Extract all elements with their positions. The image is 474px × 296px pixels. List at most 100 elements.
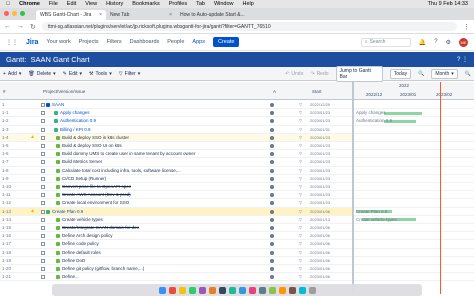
app-icon[interactable] (298, 286, 306, 294)
col-project[interactable]: Project/Version/Issue (43, 89, 85, 94)
filter-icon[interactable]: ▽ (299, 135, 302, 140)
row-checkbox[interactable] (41, 242, 45, 247)
trash-icon[interactable] (308, 286, 316, 294)
delete-button[interactable]: 🗑 Delete ▾ (28, 71, 55, 77)
table-row[interactable]: 1-21 Define... ▽ 2023/01/06 (0, 273, 352, 282)
maximize-window-icon[interactable] (20, 11, 25, 16)
nav-your-work[interactable]: Your work (46, 39, 70, 45)
filter-icon[interactable]: ▽ (299, 233, 302, 238)
table-row[interactable]: 1-13 ▲ Create Plan 0.9 ▽ 2023/01/06 (0, 207, 352, 216)
zoom-in-icon[interactable]: 🔍 (465, 71, 471, 77)
table-row[interactable]: 1-12 Create local environment for SSO ▽ 202… (0, 199, 352, 208)
table-row[interactable]: 1 SAAN ▽ 2022/12/29 (0, 101, 352, 110)
table-row[interactable]: 1-20 Define git policy (gitflow, branch n… (0, 265, 352, 274)
filter-icon[interactable]: ▽ (299, 168, 302, 173)
row-checkbox[interactable] (41, 275, 45, 280)
search-input[interactable]: ⌕ Search (360, 37, 411, 47)
start-date[interactable]: 2022/12/29 (310, 102, 330, 107)
jump-to-gantt-bar-button[interactable]: Jump to Gantt Bar (335, 65, 383, 82)
menu-app-name[interactable]: Chrome (19, 1, 40, 7)
table-row[interactable]: 1-10 Convert price file to OpenAPI spec ▽ 2… (0, 183, 352, 192)
nav-dashboards[interactable]: Dashboards (130, 39, 160, 45)
row-checkbox[interactable] (41, 144, 45, 148)
menu-view[interactable]: View (85, 1, 97, 7)
app-switcher-icon[interactable]: ⋮⋮ (6, 39, 18, 46)
filter-icon[interactable]: ▽ (299, 250, 302, 255)
browser-tab-howto[interactable]: How to Auto-update Start &...× (176, 10, 246, 20)
row-checkbox[interactable] (41, 103, 45, 107)
table-row[interactable]: 1-17 Define code policy ▽ 2023/01/06 (0, 240, 352, 249)
redo-button[interactable]: ↷ Redo (310, 71, 328, 77)
start-date[interactable]: 2023/01/23 (310, 135, 330, 140)
filter-icon[interactable]: ▽ (299, 184, 302, 189)
row-checkbox[interactable] (41, 111, 45, 116)
table-row[interactable]: 1-16 Define Arch design policy ▽ 2023/01/06 (0, 232, 352, 241)
issue-name[interactable]: Define git policy (gitflow, branch name,… (62, 266, 272, 271)
today-button[interactable]: Today (389, 68, 412, 79)
issue-name[interactable]: Authentication 0.9 (60, 118, 270, 123)
table-row[interactable]: 1-3 Billing / KPI 0.9 ▽ 2023/01/31 (0, 126, 352, 134)
row-checkbox[interactable] (41, 119, 45, 124)
gantt-bar[interactable] (384, 111, 422, 115)
messages-icon[interactable] (188, 286, 196, 294)
issue-name[interactable]: Define... (62, 274, 272, 279)
filter-icon[interactable]: ▽ (299, 176, 302, 181)
issue-name[interactable]: Define DoD (62, 258, 272, 263)
app-icon[interactable] (208, 286, 216, 294)
start-date[interactable]: 2023/01/06 (310, 266, 330, 271)
table-row[interactable]: 1-1 Apply changes ▽ 2023/01/23 (0, 109, 352, 118)
menu-window[interactable]: Window (214, 1, 234, 7)
issue-name[interactable]: Build & deploy SSO UI on k8s (62, 143, 272, 148)
start-date[interactable]: 2023/01/23 (310, 151, 330, 156)
reload-icon[interactable]: ↻ (30, 23, 36, 31)
table-row[interactable]: 1-7 Build Metrics Server ▽ 2023/01/23 (0, 158, 352, 167)
row-checkbox[interactable] (41, 267, 45, 271)
table-row[interactable]: 1-15 Create/Integrate SAAN domain for dev… (0, 224, 352, 233)
row-checkbox[interactable] (41, 250, 45, 255)
menu-history[interactable]: History (106, 1, 123, 7)
app-icon[interactable] (248, 286, 256, 294)
filter-icon[interactable]: ▽ (299, 102, 302, 107)
avatar[interactable]: ME (459, 37, 468, 47)
filter-icon[interactable]: ▽ (299, 241, 302, 246)
issue-name[interactable]: Create local environment for SSO (62, 200, 272, 205)
issue-name[interactable]: Calculate total cost including infra, to… (62, 168, 272, 173)
browser-menu-icon[interactable]: ⋮ (463, 23, 470, 31)
row-checkbox[interactable] (41, 193, 45, 198)
start-date[interactable]: 2023/01/23 (310, 118, 330, 123)
start-date[interactable]: 2023/01/23 (310, 200, 330, 205)
start-date[interactable]: 2023/01/06 (310, 258, 330, 263)
row-checkbox[interactable] (41, 217, 45, 222)
nav-projects[interactable]: Projects (79, 39, 99, 45)
table-row[interactable]: 1-4 ▲ Build & deploy SSO in k8s cluster ▽ 20… (0, 133, 352, 142)
chrome-icon[interactable] (178, 286, 186, 294)
month-select[interactable]: Month ▾ (431, 68, 458, 79)
apple-icon[interactable]:  (6, 1, 10, 7)
start-date[interactable]: 2023/01/06 (310, 225, 330, 230)
app-icon[interactable] (278, 286, 286, 294)
start-date[interactable]: 2023/01/06 (310, 233, 330, 238)
zoom-out-icon[interactable]: 🔍 (418, 71, 424, 77)
close-window-icon[interactable] (4, 11, 9, 16)
row-checkbox[interactable] (41, 127, 45, 132)
app-icon[interactable] (228, 286, 236, 294)
menu-help[interactable]: Help (243, 1, 254, 7)
start-date[interactable]: 2023/01/13 (310, 217, 330, 222)
minimize-window-icon[interactable] (12, 11, 17, 16)
help-icon[interactable]: ? (434, 39, 437, 45)
menu-tab[interactable]: Tab (196, 1, 205, 7)
launchpad-icon[interactable] (168, 286, 176, 294)
start-date[interactable]: 2023/01/23 (310, 159, 330, 164)
issue-name[interactable]: Create vehicle types (62, 217, 272, 222)
app-icon[interactable] (218, 286, 226, 294)
table-row[interactable]: 1-19 Define DoD ▽ 2023/01/06 (0, 257, 352, 265)
table-row[interactable]: 1-8 Calculate total cost including infra,… (0, 167, 352, 175)
issue-name[interactable]: Build & deploy SSO in k8s cluster (62, 135, 272, 140)
back-icon[interactable]: ← (4, 23, 11, 30)
undo-button[interactable]: ↶ Undo (285, 71, 303, 77)
table-row[interactable]: 1-14 Create vehicle types ▽ 2023/01/13 (0, 216, 352, 224)
row-checkbox[interactable] (41, 152, 45, 157)
filter-icon[interactable]: ▽ (299, 127, 302, 132)
url-field[interactable]: ttmi-sg.atlassian.net/plugins/servlet/ac… (41, 22, 457, 31)
menu-profiles[interactable]: Profiles (169, 1, 187, 7)
